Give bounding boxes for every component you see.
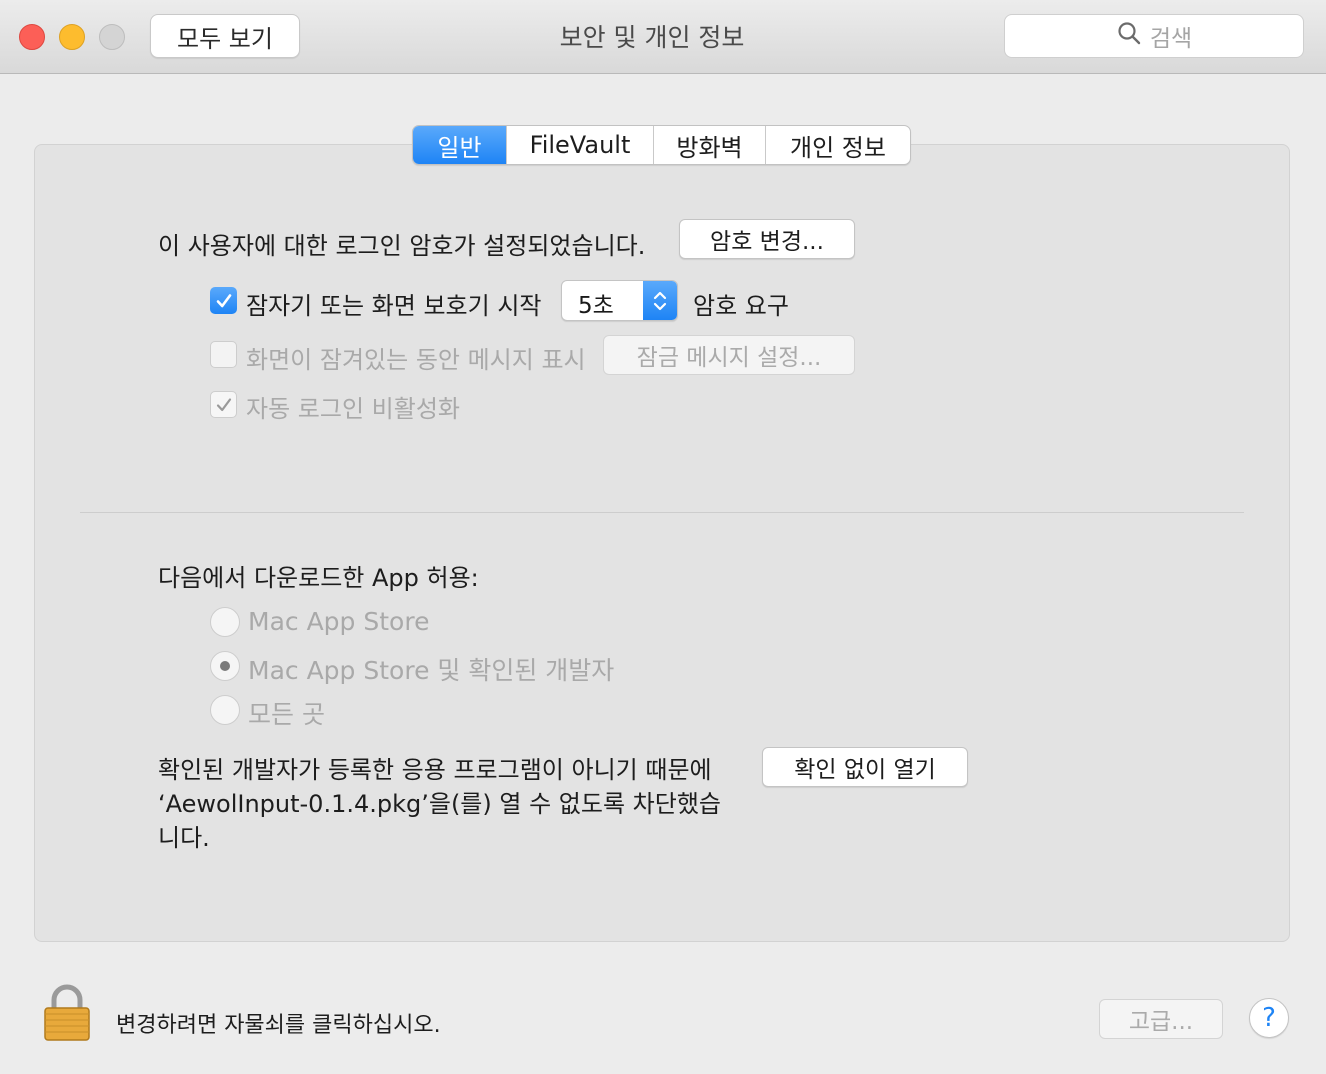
blocked-app-message: 확인된 개발자가 등록한 응용 프로그램이 아니기 때문에 ‘AewolInpu… (158, 756, 721, 852)
title-bar: 모두 보기 보안 및 개인 정보 검색 (0, 0, 1326, 74)
close-window-button[interactable] (19, 24, 45, 50)
search-icon (1116, 20, 1142, 52)
login-password-text: 이 사용자에 대한 로그인 암호가 설정되었습니다. (158, 232, 646, 260)
window-title: 보안 및 개인 정보 (559, 23, 745, 52)
show-message-checkbox[interactable] (210, 341, 237, 368)
tab-bar: 일반 FileVault 방화벽 개인 정보 (412, 125, 911, 165)
radio-mac-app-store[interactable] (210, 607, 240, 637)
radio-identified-developers[interactable] (210, 651, 240, 681)
disable-auto-login-checkbox[interactable] (210, 391, 237, 418)
set-lock-message-button[interactable]: 잠금 메시지 설정... (603, 335, 855, 375)
radio-identified-developers-label: Mac App Store 및 확인된 개발자 (248, 656, 615, 685)
show-all-button[interactable]: 모두 보기 (150, 14, 300, 58)
radio-anywhere[interactable] (210, 695, 240, 725)
require-password-suffix: 암호 요구 (693, 292, 789, 320)
radio-anywhere-label: 모든 곳 (248, 700, 325, 729)
section-divider (80, 512, 1244, 513)
radio-mac-app-store-label: Mac App Store (248, 607, 430, 636)
show-message-label: 화면이 잠겨있는 동안 메시지 표시 (246, 346, 586, 374)
tab-privacy[interactable]: 개인 정보 (766, 126, 910, 164)
search-field[interactable]: 검색 (1004, 14, 1304, 58)
disable-auto-login-label: 자동 로그인 비활성화 (246, 395, 460, 423)
tab-filevault[interactable]: FileVault (507, 126, 654, 164)
chevron-updown-icon (643, 281, 677, 320)
checkmark-icon (216, 397, 231, 411)
help-button[interactable]: ? (1249, 998, 1289, 1038)
require-password-label: 잠자기 또는 화면 보호기 시작 (246, 292, 542, 320)
advanced-button[interactable]: 고급... (1099, 999, 1223, 1039)
search-placeholder: 검색 (1149, 26, 1193, 52)
allow-apps-heading: 다음에서 다운로드한 App 허용: (158, 564, 479, 592)
lock-icon[interactable] (42, 984, 92, 1042)
require-password-checkbox[interactable] (210, 287, 237, 314)
password-delay-select[interactable]: 5초 (561, 280, 678, 321)
change-password-button[interactable]: 암호 변경... (679, 219, 855, 259)
zoom-window-button[interactable] (99, 24, 125, 50)
tab-firewall[interactable]: 방화벽 (654, 126, 766, 164)
checkmark-icon (216, 293, 231, 307)
open-anyway-button[interactable]: 확인 없이 열기 (762, 747, 968, 787)
minimize-window-button[interactable] (59, 24, 85, 50)
password-delay-value: 5초 (578, 293, 614, 319)
lock-instruction-text: 변경하려면 자물쇠를 클릭하십시오. (116, 1013, 441, 1038)
tab-general[interactable]: 일반 (413, 126, 507, 164)
